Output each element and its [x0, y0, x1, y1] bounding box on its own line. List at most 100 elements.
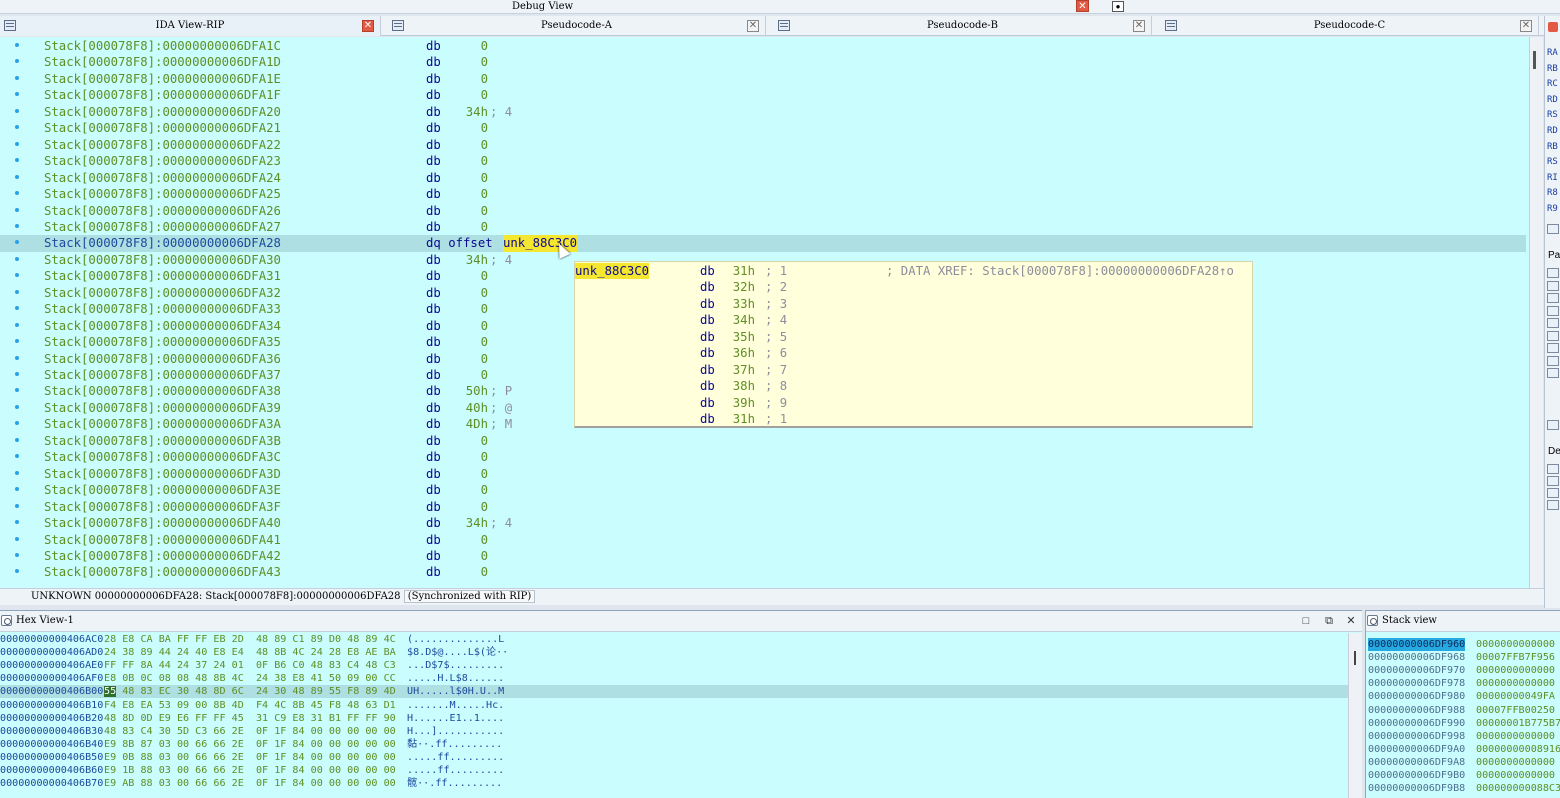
listing-row[interactable]: Stack[000078F8]:00000000006DFA28 dq offse… — [0, 235, 1526, 252]
listing-row[interactable]: Stack[000078F8]:00000000006DFA3B db 0 — [0, 433, 1526, 449]
breakpoint-dot-icon[interactable] — [15, 404, 19, 409]
stack-row[interactable]: 00000000006DF988 00007FFB00250 — [1366, 704, 1560, 717]
listing-row[interactable]: Stack[000078F8]:00000000006DFA25 db 0 — [0, 186, 1526, 202]
listing-row[interactable]: Stack[000078F8]:00000000006DFA1C db 0 — [0, 38, 1526, 54]
listing-row[interactable]: Stack[000078F8]:00000000006DFA26 db 0 — [0, 203, 1526, 219]
stack-row[interactable]: 00000000006DF998 0000000000000 — [1366, 730, 1560, 743]
tab-pseudocode-b[interactable]: Pseudocode-B ✕ — [774, 16, 1152, 36]
panel-button-icon[interactable] — [1547, 280, 1559, 291]
stack-row[interactable]: 00000000006DF978 0000000000000 — [1366, 677, 1560, 690]
restore-icon[interactable]: ⧉ — [1323, 615, 1335, 627]
close-tab-icon[interactable]: ✕ — [747, 20, 759, 32]
breakpoint-dot-icon[interactable] — [15, 339, 19, 344]
listing-row[interactable]: Stack[000078F8]:00000000006DFA22 db 0 — [0, 137, 1526, 153]
listing-row[interactable]: Stack[000078F8]:00000000006DFA3C db 0 — [0, 449, 1526, 465]
breakpoint-dot-icon[interactable] — [15, 43, 19, 47]
breakpoint-dot-icon[interactable] — [15, 75, 19, 80]
listing-row[interactable]: Stack[000078F8]:00000000006DFA21 db 0 — [0, 120, 1526, 136]
breakpoint-dot-icon[interactable] — [15, 158, 19, 163]
stack-row[interactable]: 00000000006DF980 00000000049FA — [1366, 690, 1560, 703]
hex-row[interactable]: 00000000000406B00 55 48 83 EC 30 48 8D 6C… — [0, 685, 1348, 699]
breakpoint-dot-icon[interactable] — [15, 256, 19, 261]
hex-row[interactable]: 00000000000406B40 E9 8B 87 03 00 66 66 2E… — [0, 738, 1348, 751]
hex-scrollbar[interactable] — [1348, 633, 1362, 798]
stack-row[interactable]: 00000000006DF9A0 00000000008916 — [1366, 743, 1560, 756]
hex-row[interactable]: 00000000000406AC0 28 E8 CA BA FF FF EB 2D… — [0, 633, 1348, 646]
breakpoint-dot-icon[interactable] — [15, 59, 19, 64]
breakpoint-dot-icon[interactable] — [15, 552, 19, 557]
stack-row[interactable]: 00000000006DF990 00000001B775B7 — [1366, 717, 1560, 730]
breakpoint-dot-icon[interactable] — [15, 191, 19, 196]
breakpoint-dot-icon[interactable] — [15, 141, 19, 146]
listing-row[interactable]: Stack[000078F8]:00000000006DFA1E db 0 — [0, 71, 1526, 87]
hex-row[interactable]: 00000000000406B50 E9 0B 88 03 00 66 66 2E… — [0, 751, 1348, 764]
hex-row[interactable]: 00000000000406B10 F4 E8 EA 53 09 00 8B 4D… — [0, 699, 1348, 712]
breakpoint-dot-icon[interactable] — [15, 454, 19, 459]
breakpoint-dot-icon[interactable] — [15, 306, 19, 311]
panel-button-icon[interactable] — [1547, 368, 1559, 378]
breakpoint-dot-icon[interactable] — [15, 240, 19, 245]
hex-row[interactable]: 00000000000406AF0 E8 0B 0C 08 08 48 8B 4C… — [0, 672, 1348, 685]
panel-button-icon[interactable] — [1547, 420, 1559, 430]
listing-row[interactable]: Stack[000078F8]:00000000006DFA3D db 0 — [0, 466, 1526, 482]
tab-pseudocode-c[interactable]: Pseudocode-C ✕ — [1161, 16, 1539, 36]
panel-button-icon[interactable] — [1547, 355, 1559, 366]
breakpoint-dot-icon[interactable] — [15, 273, 19, 278]
hex-row[interactable]: 00000000000406B30 48 83 C4 30 5D C3 66 2E… — [0, 725, 1348, 738]
close-icon[interactable]: ✕ — [1345, 615, 1357, 627]
listing-row[interactable]: Stack[000078F8]:00000000006DFA40 db 34h; 4 — [0, 515, 1526, 531]
listing-row[interactable]: Stack[000078F8]:00000000006DFA3E db 0 — [0, 482, 1526, 498]
breakpoint-dot-icon[interactable] — [15, 207, 19, 212]
stack-row[interactable]: 00000000006DF9B8 000000000088C3 — [1366, 782, 1560, 795]
panel-button-icon[interactable] — [1547, 330, 1559, 341]
listing-row[interactable]: Stack[000078F8]:00000000006DFA24 db 0 — [0, 170, 1526, 186]
breakpoint-dot-icon[interactable] — [15, 536, 19, 541]
breakpoint-dot-icon[interactable] — [15, 92, 19, 97]
breakpoint-dot-icon[interactable] — [15, 223, 19, 228]
registers-icon[interactable] — [1548, 22, 1558, 32]
breakpoint-dot-icon[interactable] — [15, 470, 19, 475]
stack-row[interactable]: 00000000006DF960 0000000000000 — [1366, 638, 1560, 651]
breakpoint-dot-icon[interactable] — [15, 388, 19, 393]
hex-row[interactable]: 00000000000406B20 48 8D 0D E9 E6 FF FF 45… — [0, 712, 1348, 725]
hex-row[interactable]: 00000000000406B70 E9 AB 88 03 00 66 66 2E… — [0, 777, 1348, 790]
tab-ida-view-rip[interactable]: IDA View-RIP ✕ — [0, 16, 381, 36]
close-debug-view-icon[interactable]: ✕ — [1076, 0, 1089, 12]
breakpoint-dot-icon[interactable] — [15, 503, 19, 508]
stack-row[interactable]: 00000000006DF968 00007FFB7F956 — [1366, 651, 1560, 664]
breakpoint-dot-icon[interactable] — [15, 125, 19, 130]
listing-row[interactable]: Stack[000078F8]:00000000006DFA3F db 0 — [0, 499, 1526, 515]
listing-row[interactable]: Stack[000078F8]:00000000006DFA27 db 0 — [0, 219, 1526, 235]
breakpoint-dot-icon[interactable] — [15, 289, 19, 294]
scrollbar-thumb[interactable] — [1533, 51, 1536, 69]
hex-row[interactable]: 00000000000406AD0 24 38 89 44 24 40 E8 E4… — [0, 646, 1348, 659]
breakpoint-dot-icon[interactable] — [15, 569, 19, 574]
stack-row[interactable]: 00000000006DF9A8 0000000000000 — [1366, 756, 1560, 769]
breakpoint-dot-icon[interactable] — [15, 372, 19, 376]
maximize-icon[interactable]: □ — [1300, 615, 1312, 627]
close-tab-icon[interactable]: ✕ — [1520, 20, 1532, 32]
listing-row[interactable]: Stack[000078F8]:00000000006DFA23 db 0 — [0, 153, 1526, 169]
stack-row[interactable]: 00000000006DF970 0000000000000 — [1366, 664, 1560, 677]
close-tab-icon[interactable]: ✕ — [362, 20, 374, 32]
breakpoint-dot-icon[interactable] — [15, 355, 19, 360]
hex-row[interactable]: 00000000000406AE0 FF FF 8A 44 24 37 24 01… — [0, 659, 1348, 672]
listing-row[interactable]: Stack[000078F8]:00000000006DFA43 db 0 — [0, 564, 1526, 580]
panel-button-icon[interactable] — [1547, 293, 1559, 303]
breakpoint-dot-icon[interactable] — [15, 421, 19, 426]
hex-row[interactable]: 00000000000406B60 E9 1B 88 03 00 66 66 2E… — [0, 764, 1348, 777]
breakpoint-dot-icon[interactable] — [15, 108, 19, 113]
close-tab-icon[interactable]: ✕ — [1133, 20, 1145, 32]
listing-row[interactable]: Stack[000078F8]:00000000006DFA1F db 0 — [0, 87, 1526, 103]
stack-row[interactable]: 00000000006DF9B0 0000000000000 — [1366, 769, 1560, 782]
breakpoint-dot-icon[interactable] — [15, 520, 19, 525]
listing-row[interactable]: Stack[000078F8]:00000000006DFA20 db 34h; 4 — [0, 104, 1526, 120]
panel-button-icon[interactable] — [1547, 318, 1559, 328]
scrollbar-thumb[interactable] — [1354, 651, 1356, 665]
listing-row[interactable]: Stack[000078F8]:00000000006DFA42 db 0 — [0, 548, 1526, 564]
breakpoint-dot-icon[interactable] — [15, 487, 19, 492]
panel-button-icon[interactable] — [1547, 500, 1559, 510]
panel-button-icon[interactable] — [1547, 464, 1559, 474]
listing-row[interactable]: Stack[000078F8]:00000000006DFA41 db 0 — [0, 532, 1526, 548]
listing-scrollbar[interactable] — [1529, 37, 1543, 588]
